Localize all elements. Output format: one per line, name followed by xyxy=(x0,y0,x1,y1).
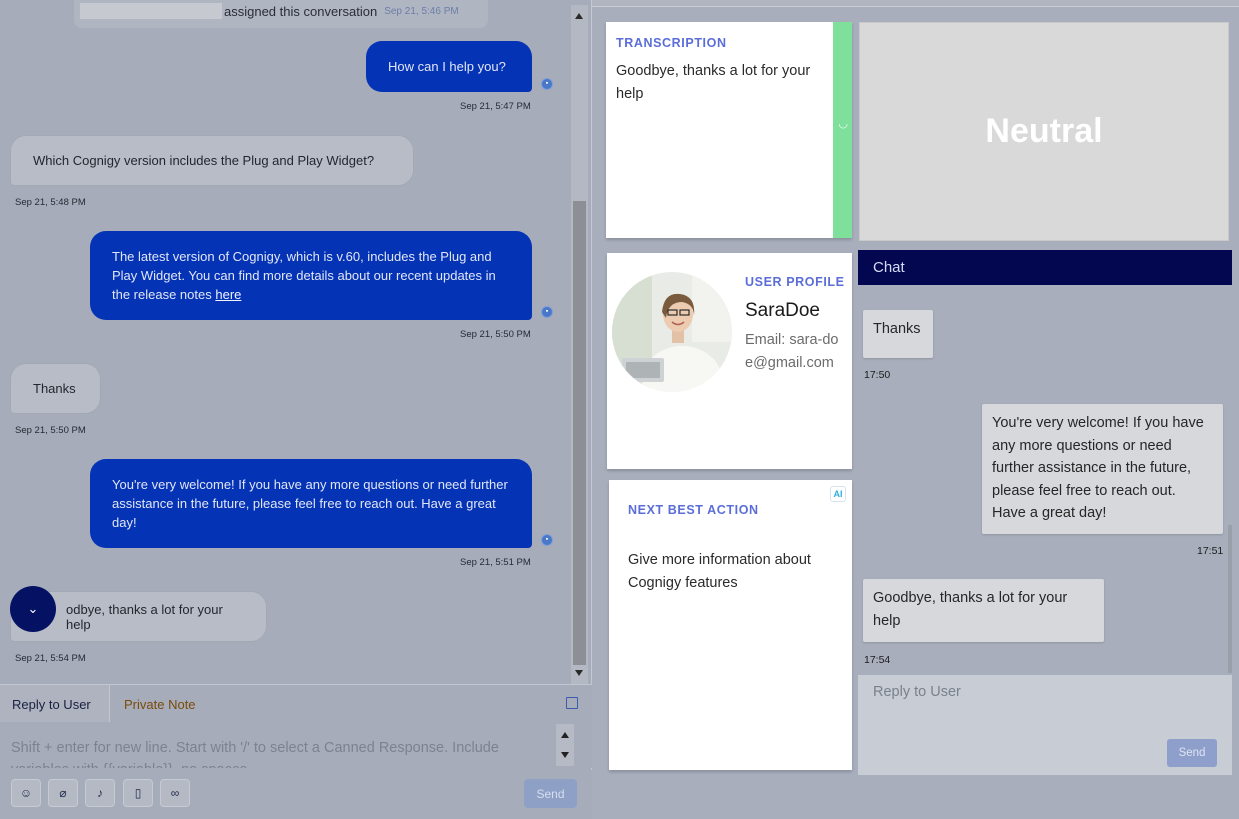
next-best-action-card: AI NEXT BEST ACTION Give more informatio… xyxy=(609,480,852,770)
message-time: Sep 21, 5:50 PM xyxy=(15,425,86,436)
scroll-up-arrow-icon[interactable] xyxy=(561,732,569,738)
message-list[interactable]: assigned this conversation Sep 21, 5:46 … xyxy=(0,0,570,684)
message-text: Thanks xyxy=(873,321,921,337)
tab-private-note[interactable]: Private Note xyxy=(112,685,208,723)
microphone-icon: ♪ xyxy=(97,786,103,800)
link-icon: ∞ xyxy=(170,786,180,800)
tab-reply-to-user[interactable]: Reply to User xyxy=(0,685,110,723)
editor-scrollbar[interactable] xyxy=(556,724,574,766)
file-icon: ▯ xyxy=(134,786,142,800)
link-button[interactable]: ∞ xyxy=(160,779,190,807)
user-message: Which Cognigy version includes the Plug … xyxy=(10,135,414,186)
chat-scrollbar[interactable] xyxy=(1228,525,1232,673)
bot-avatar-icon: ▪ xyxy=(541,534,553,546)
message-time: 17:51 xyxy=(1197,545,1224,557)
message-text: You're very welcome! If you have any mor… xyxy=(992,415,1204,521)
panel-top-border xyxy=(592,0,1239,7)
transcription-title: TRANSCRIPTION xyxy=(616,36,727,50)
chat-reply-box[interactable]: Reply to User Send xyxy=(858,675,1232,775)
message-time: Sep 21, 5:47 PM xyxy=(460,101,531,112)
user-avatar xyxy=(612,272,732,392)
chat-send-button[interactable]: Send xyxy=(1167,739,1217,767)
message-text: The latest version of Cognigy, which is … xyxy=(112,249,496,302)
system-message: assigned this conversation Sep 21, 5:46 … xyxy=(74,0,488,28)
message-text: odbye, thanks a lot for your help xyxy=(66,601,223,632)
message-time: Sep 21, 5:50 PM xyxy=(460,329,531,340)
ai-badge-icon: AI xyxy=(830,486,846,502)
message-list-scrollbar[interactable] xyxy=(571,5,588,684)
message-text: How can I help you? xyxy=(388,59,506,74)
chat-header: Chat xyxy=(858,250,1232,285)
transcription-card: TRANSCRIPTION Goodbye, thanks a lot for … xyxy=(606,22,852,238)
agent-conversation-panel: assigned this conversation Sep 21, 5:46 … xyxy=(0,0,592,819)
user-profile-card: USER PROFILE SaraDoe Email: sara-doe@gma… xyxy=(607,253,852,469)
agent-message: You're very welcome! If you have any mor… xyxy=(982,404,1223,534)
message-text: Goodbye, thanks a lot for your help xyxy=(873,590,1068,629)
sentiment-label: Neutral xyxy=(859,22,1229,241)
smile-icon: ◡ xyxy=(838,118,848,130)
reply-editor[interactable]: Shift + enter for new line. Start with '… xyxy=(0,722,592,768)
scroll-up-arrow-icon[interactable] xyxy=(575,13,583,19)
next-best-action-text: Give more information about Cognigy feat… xyxy=(628,552,811,591)
scroll-down-arrow-icon[interactable] xyxy=(561,752,569,758)
user-message: Thanks xyxy=(10,363,101,414)
sentiment-bar xyxy=(833,22,852,238)
redacted-agent-name xyxy=(80,3,222,19)
chat-reply-placeholder: Reply to User xyxy=(873,684,961,700)
message-time: Sep 21, 5:48 PM xyxy=(15,197,86,208)
next-best-action-title: NEXT BEST ACTION xyxy=(628,503,759,517)
scrollbar-thumb[interactable] xyxy=(573,201,586,665)
expand-icon[interactable] xyxy=(566,697,578,709)
attachment-button[interactable]: ⌀ xyxy=(48,779,78,807)
system-message-text: assigned this conversation xyxy=(224,3,378,19)
user-message: Thanks xyxy=(863,310,933,358)
agent-message: The latest version of Cognigy, which is … xyxy=(90,231,532,320)
user-message: Goodbye, thanks a lot for your help xyxy=(863,579,1104,642)
scroll-to-bottom-button[interactable]: ⌄ xyxy=(10,586,56,632)
reply-tabs: Reply to User Private Note xyxy=(0,684,592,723)
scroll-down-arrow-icon[interactable] xyxy=(575,670,583,676)
microphone-button[interactable]: ♪ xyxy=(85,779,115,807)
user-profile-title: USER PROFILE xyxy=(745,275,845,289)
file-button[interactable]: ▯ xyxy=(123,779,153,807)
message-time: 17:50 xyxy=(864,369,891,381)
bot-avatar-icon: ▪ xyxy=(541,306,553,318)
reply-toolbar: ☺ ⌀ ♪ ▯ ∞ Send xyxy=(0,770,592,819)
message-text: Which Cognigy version includes the Plug … xyxy=(33,153,375,168)
user-name: SaraDoe xyxy=(745,300,820,321)
emoji-button[interactable]: ☺ xyxy=(11,779,41,807)
message-time: 17:54 xyxy=(864,654,891,666)
transcription-text: Goodbye, thanks a lot for your help xyxy=(616,63,811,102)
message-text: Thanks xyxy=(33,381,76,396)
message-time: Sep 21, 5:54 PM xyxy=(15,653,86,664)
emoji-icon: ☺ xyxy=(19,786,33,800)
bot-avatar-icon: ▪ xyxy=(541,78,553,90)
system-message-time: Sep 21, 5:46 PM xyxy=(384,5,459,17)
agent-message: How can I help you? xyxy=(366,41,532,92)
reply-editor-placeholder: Shift + enter for new line. Start with '… xyxy=(11,740,499,768)
send-button[interactable]: Send xyxy=(524,779,577,808)
agent-message: You're very welcome! If you have any mor… xyxy=(90,459,532,548)
message-text: You're very welcome! If you have any mor… xyxy=(112,477,508,530)
attachment-icon: ⌀ xyxy=(59,786,67,800)
chevron-down-icon: ⌄ xyxy=(27,601,39,616)
user-email: Email: sara-doe@gmail.com xyxy=(745,332,839,371)
release-notes-link[interactable]: here xyxy=(215,287,241,302)
message-time: Sep 21, 5:51 PM xyxy=(460,557,531,568)
